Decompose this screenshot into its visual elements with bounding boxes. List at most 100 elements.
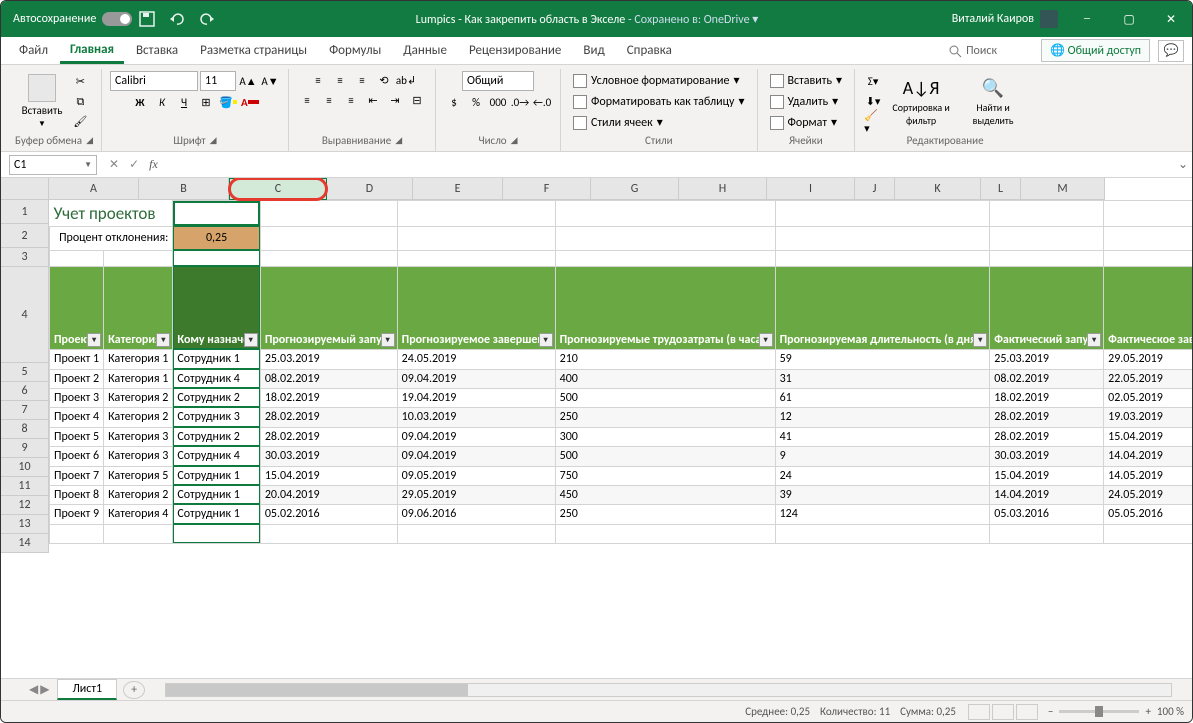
tab-home[interactable]: Главная — [60, 38, 124, 64]
cell[interactable] — [173, 201, 260, 227]
border-icon[interactable]: ⊞ — [196, 93, 216, 111]
name-box[interactable]: C1▼ — [9, 155, 97, 175]
wrap-text-icon[interactable]: ab↲ — [396, 71, 416, 89]
filter-icon[interactable]: ▾ — [381, 333, 395, 347]
cell[interactable]: Проект 8 — [50, 485, 104, 504]
paste-button[interactable]: Вставить ▼ — [18, 72, 67, 131]
cell[interactable]: Сотрудник 4 — [173, 369, 260, 388]
filter-icon[interactable]: ▾ — [156, 333, 170, 347]
toggle-switch[interactable] — [102, 12, 132, 26]
cell[interactable] — [1104, 524, 1192, 543]
underline-button[interactable]: Ч — [174, 93, 194, 111]
row-header-14[interactable]: 14 — [1, 534, 49, 553]
cell[interactable]: Сотрудник 3 — [173, 407, 260, 427]
zoom-slider[interactable] — [1059, 710, 1139, 713]
cell[interactable] — [555, 250, 775, 266]
row-header-9[interactable]: 9 — [1, 439, 49, 458]
cell[interactable]: 15.04.2019 — [1104, 427, 1192, 446]
zoom-in-icon[interactable]: + — [1145, 705, 1150, 718]
filter-icon[interactable]: ▾ — [759, 333, 773, 347]
align-left-icon[interactable]: ≡ — [297, 91, 317, 109]
font-name-combo[interactable] — [110, 71, 198, 91]
cell[interactable] — [1104, 226, 1192, 250]
cell[interactable] — [397, 250, 555, 266]
row-header-6[interactable]: 6 — [1, 382, 49, 401]
cell[interactable] — [104, 524, 173, 543]
align-top-icon[interactable]: ≡ — [308, 71, 328, 89]
col-header-C[interactable]: C — [229, 178, 327, 200]
cell-styles-button[interactable]: Стили ячеек ▾ — [569, 113, 667, 132]
align-bottom-icon[interactable]: ≡ — [352, 71, 372, 89]
row-header-13[interactable]: 13 — [1, 515, 49, 534]
decrease-decimal-icon[interactable]: ←.0 — [532, 93, 552, 111]
cell[interactable]: 08.02.2019 — [260, 369, 397, 388]
cell[interactable]: 09.04.2019 — [397, 446, 555, 466]
cell[interactable]: 61 — [775, 388, 990, 407]
cell[interactable]: 02.05.2019 — [1104, 388, 1192, 407]
cell[interactable]: Категория 1 — [104, 369, 173, 388]
table-header[interactable]: Кому назначен▾ — [173, 266, 260, 349]
cell[interactable]: 29.05.2019 — [1104, 349, 1192, 369]
pct-value[interactable]: 0,25 — [173, 226, 260, 250]
percent-icon[interactable]: % — [466, 93, 486, 111]
save-icon[interactable] — [138, 10, 156, 28]
cell[interactable]: Категория 3 — [104, 446, 173, 466]
search-box[interactable]: Поиск — [948, 44, 997, 58]
col-header-J[interactable]: J — [855, 178, 895, 200]
filter-icon[interactable]: ▾ — [539, 333, 553, 347]
close-button[interactable]: ✕ — [1150, 1, 1192, 37]
cell[interactable] — [260, 226, 397, 250]
cell[interactable]: 14.05.2019 — [1104, 466, 1192, 485]
table-header[interactable]: Фактическое завершение▾ — [1104, 266, 1192, 349]
share-button[interactable]: 🌐 Общий доступ — [1041, 39, 1150, 62]
cell[interactable]: 750 — [555, 466, 775, 485]
redo-icon[interactable] — [198, 10, 216, 28]
view-normal-icon[interactable] — [968, 704, 990, 720]
cell[interactable] — [104, 250, 173, 266]
zoom-out-icon[interactable]: − — [1048, 705, 1053, 718]
cell[interactable] — [260, 201, 397, 227]
cell[interactable]: 24.05.2019 — [397, 349, 555, 369]
cell[interactable] — [260, 250, 397, 266]
cell[interactable] — [555, 524, 775, 543]
conditional-format-button[interactable]: Условное форматирование ▾ — [569, 71, 743, 90]
filter-icon[interactable]: ▾ — [244, 333, 258, 347]
feedback-button[interactable]: 💬 — [1158, 40, 1184, 62]
decrease-indent-icon[interactable]: ⇤ — [363, 91, 383, 109]
cell[interactable]: 450 — [555, 485, 775, 504]
cell[interactable]: 09.04.2019 — [397, 427, 555, 446]
prev-sheet-icon[interactable]: ◀ — [29, 682, 38, 697]
cell[interactable]: 124 — [775, 504, 990, 524]
cell[interactable]: 09.04.2019 — [397, 369, 555, 388]
col-header-K[interactable]: K — [895, 178, 981, 200]
pct-label[interactable]: Процент отклонения: — [50, 226, 173, 250]
grid[interactable]: Учет проектовПроцент отклонения:0,25Прое… — [49, 200, 1192, 678]
dialog-launcher-icon[interactable]: ◢ — [210, 135, 217, 146]
cell[interactable] — [173, 250, 260, 266]
cell[interactable]: 08.02.2019 — [990, 369, 1104, 388]
cell[interactable] — [173, 524, 260, 543]
cell[interactable] — [397, 524, 555, 543]
cell[interactable]: 05.03.2016 — [990, 504, 1104, 524]
format-painter-icon[interactable]: 🖌 — [70, 113, 90, 131]
col-header-G[interactable]: G — [591, 178, 679, 200]
table-header[interactable]: Прогнозируемое завершени▾ — [397, 266, 555, 349]
currency-icon[interactable]: $ — [444, 93, 464, 111]
cell[interactable]: 10.03.2019 — [397, 407, 555, 427]
row-header-8[interactable]: 8 — [1, 420, 49, 439]
cell[interactable] — [50, 524, 104, 543]
cell[interactable]: 22.05.2019 — [1104, 369, 1192, 388]
cell[interactable]: Категория 2 — [104, 407, 173, 427]
copy-icon[interactable]: ⧉ — [70, 93, 90, 111]
undo-icon[interactable] — [168, 10, 186, 28]
cell[interactable]: Сотрудник 1 — [173, 504, 260, 524]
horizontal-scrollbar[interactable] — [165, 683, 1172, 697]
table-header[interactable]: Фактический запуск▾ — [990, 266, 1104, 349]
cell[interactable]: 05.02.2016 — [260, 504, 397, 524]
cell[interactable]: 18.02.2019 — [260, 388, 397, 407]
cell[interactable]: 14.04.2019 — [1104, 446, 1192, 466]
number-format-combo[interactable] — [462, 71, 534, 91]
align-right-icon[interactable]: ≡ — [341, 91, 361, 109]
cell[interactable] — [990, 226, 1104, 250]
dialog-launcher-icon[interactable]: ◢ — [511, 135, 518, 146]
